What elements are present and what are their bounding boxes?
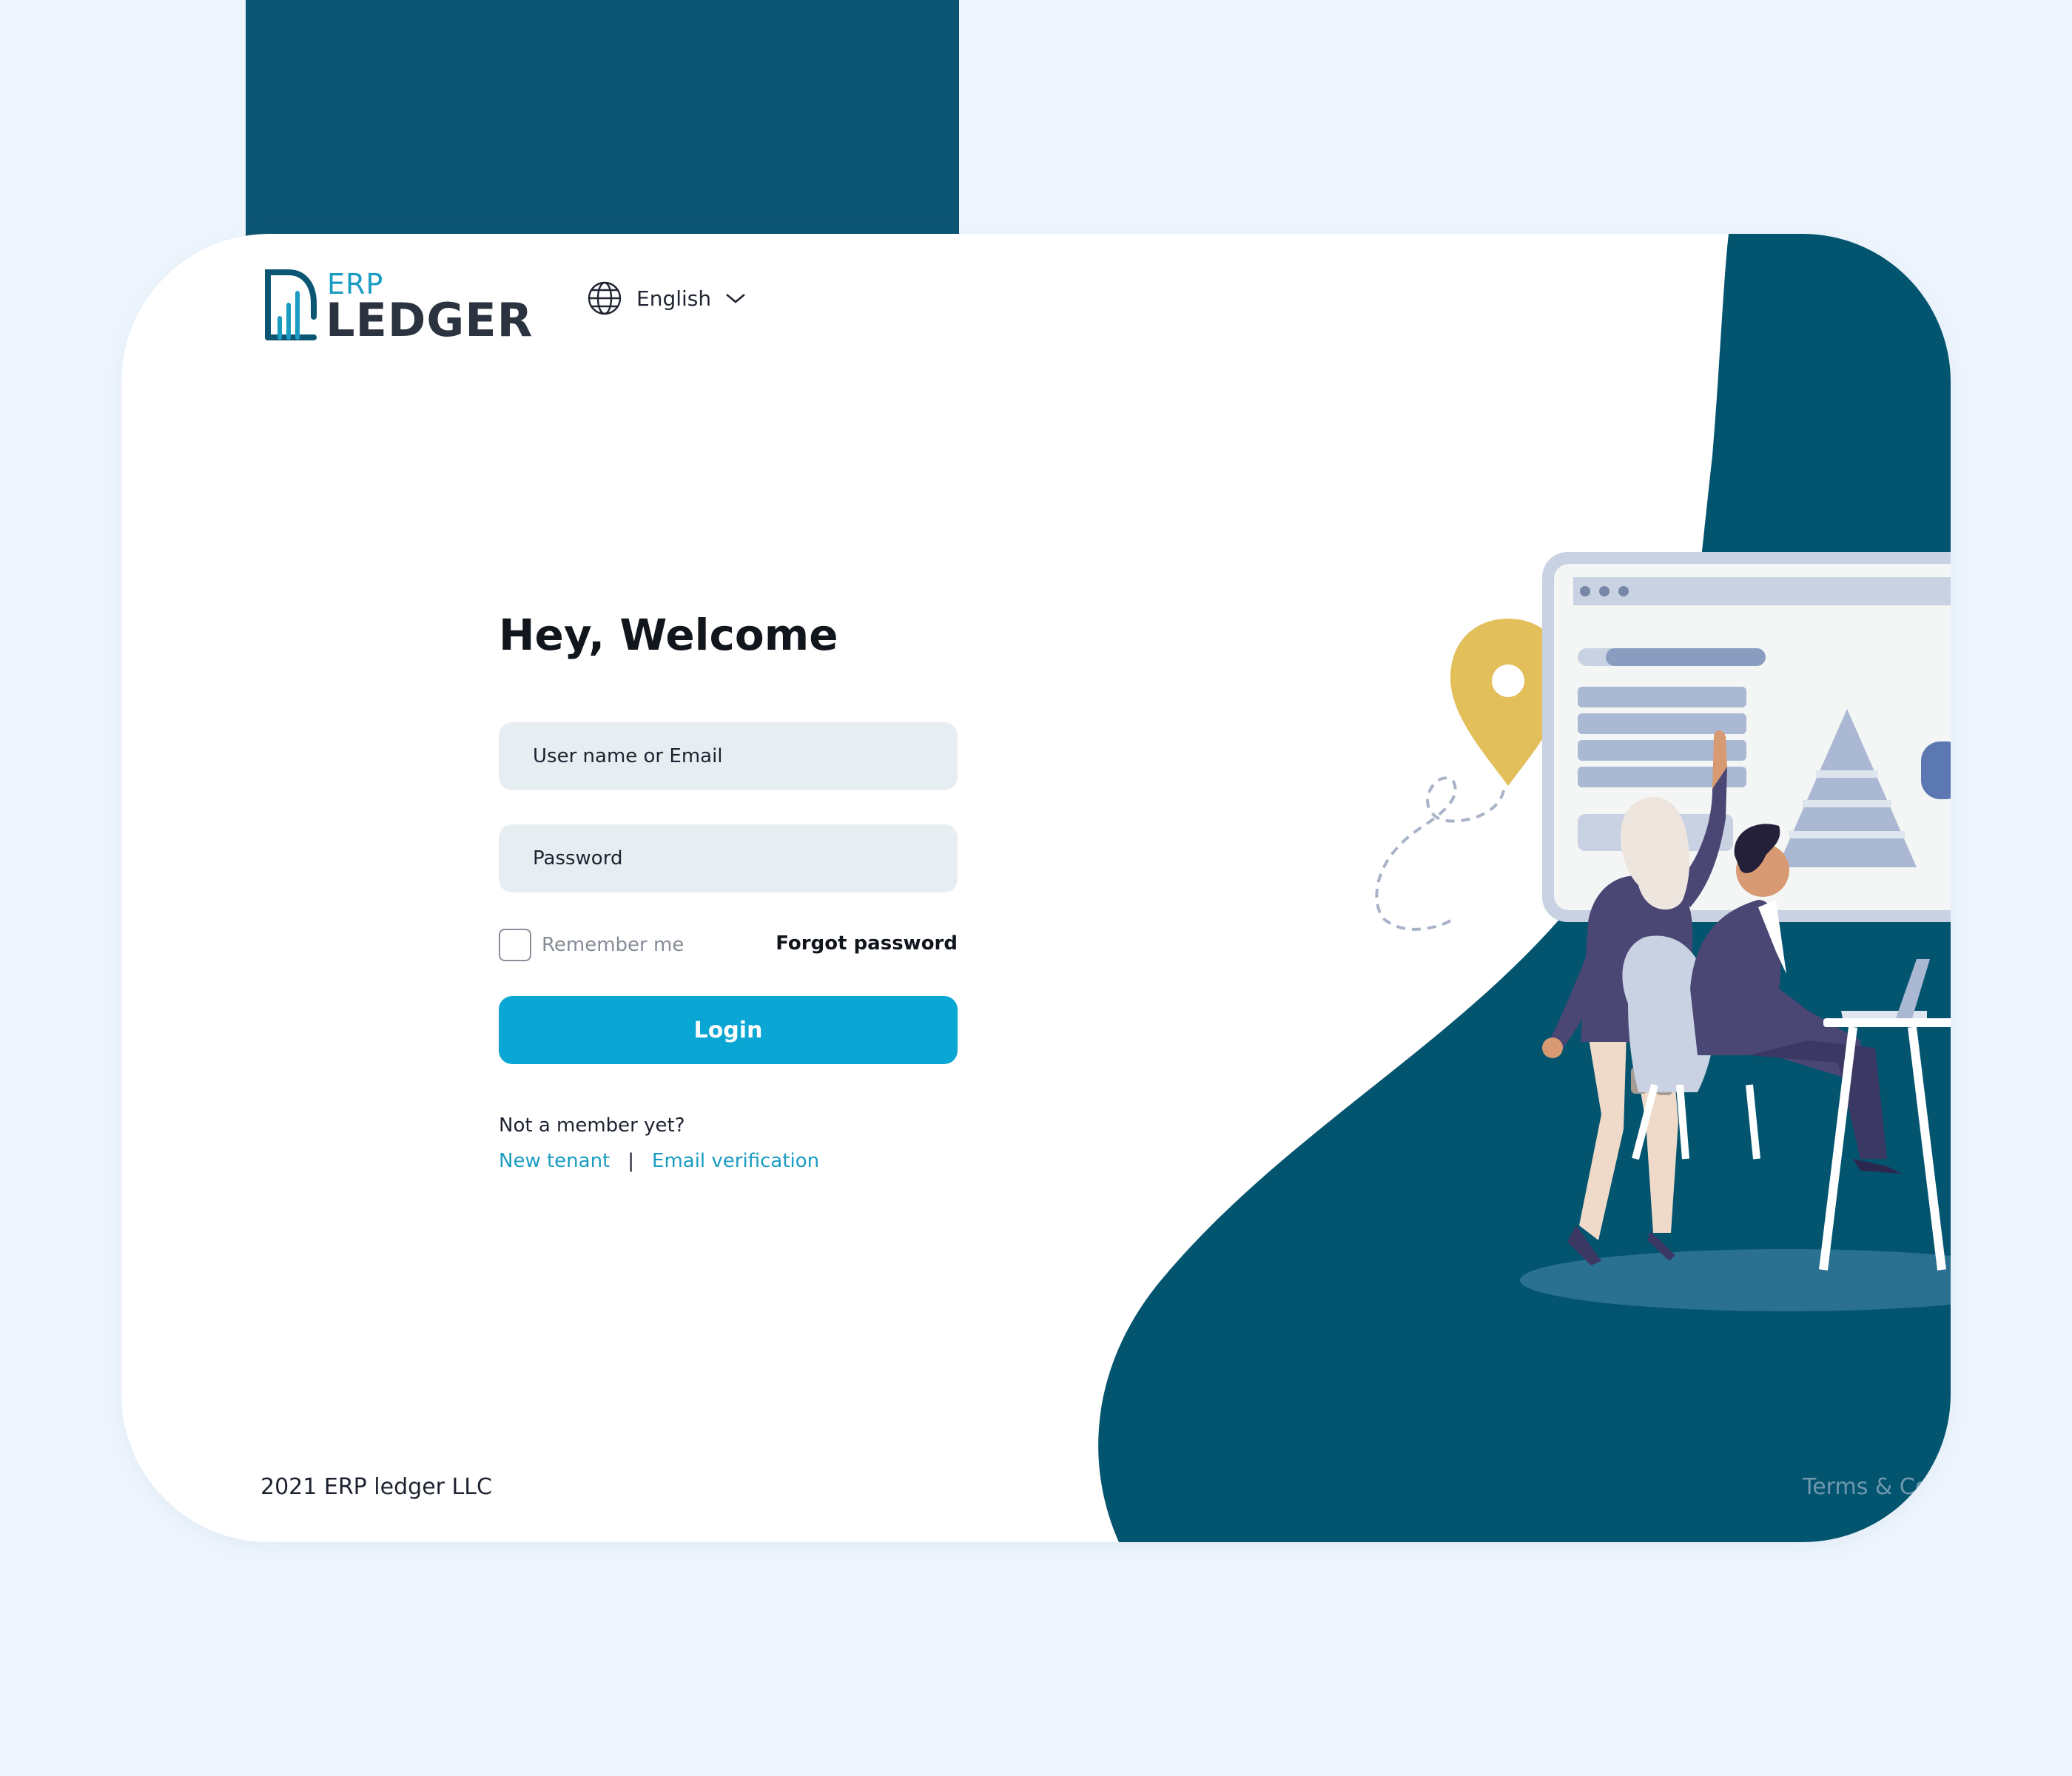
brand-ledger-text: LEDGER	[326, 293, 534, 347]
copyright-text: 2021 ERP ledger LLC	[260, 1474, 492, 1500]
new-tenant-link[interactable]: New tenant	[499, 1150, 610, 1172]
not-member-prompt: Not a member yet?	[499, 1114, 685, 1137]
chevron-down-icon	[726, 294, 745, 303]
signup-links: New tenant | Email verification	[499, 1150, 819, 1172]
remember-me-label: Remember me	[542, 934, 684, 956]
brand-logo[interactable]: ERP LEDGER	[260, 263, 532, 347]
terms-link[interactable]: Terms & Co	[1803, 1474, 1928, 1500]
brand-logo-icon	[265, 269, 317, 340]
language-selector[interactable]: English	[586, 280, 747, 317]
email-verification-link[interactable]: Email verification	[652, 1150, 819, 1172]
illustration	[1098, 234, 1951, 1542]
remember-me-toggle[interactable]: Remember me	[499, 926, 684, 963]
globe-icon	[588, 281, 622, 315]
forgot-password-link[interactable]: Forgot password	[773, 932, 958, 955]
link-separator: |	[628, 1150, 635, 1172]
decorative-top-block	[246, 0, 959, 244]
password-field[interactable]	[499, 824, 958, 892]
remember-me-checkbox[interactable]	[499, 929, 531, 961]
username-email-field[interactable]	[499, 722, 958, 790]
login-card: ERP LEDGER English Hey, Welcome Remember…	[121, 234, 1951, 1542]
welcome-heading: Hey, Welcome	[499, 610, 838, 660]
language-label: English	[636, 286, 712, 311]
login-button[interactable]: Login	[499, 996, 958, 1064]
dashed-route	[1375, 776, 1505, 931]
